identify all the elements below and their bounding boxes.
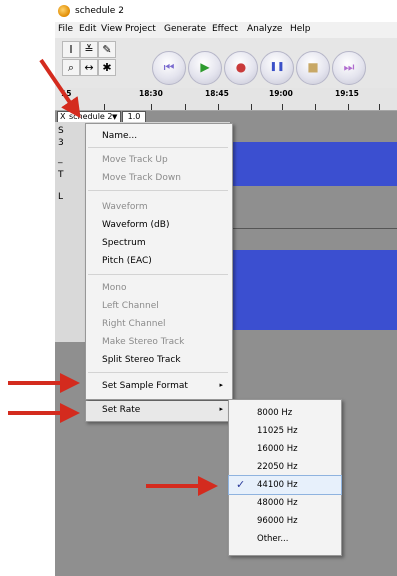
annotation-arrows [8, 58, 218, 496]
annotation-arrow-track-name [39, 58, 81, 119]
